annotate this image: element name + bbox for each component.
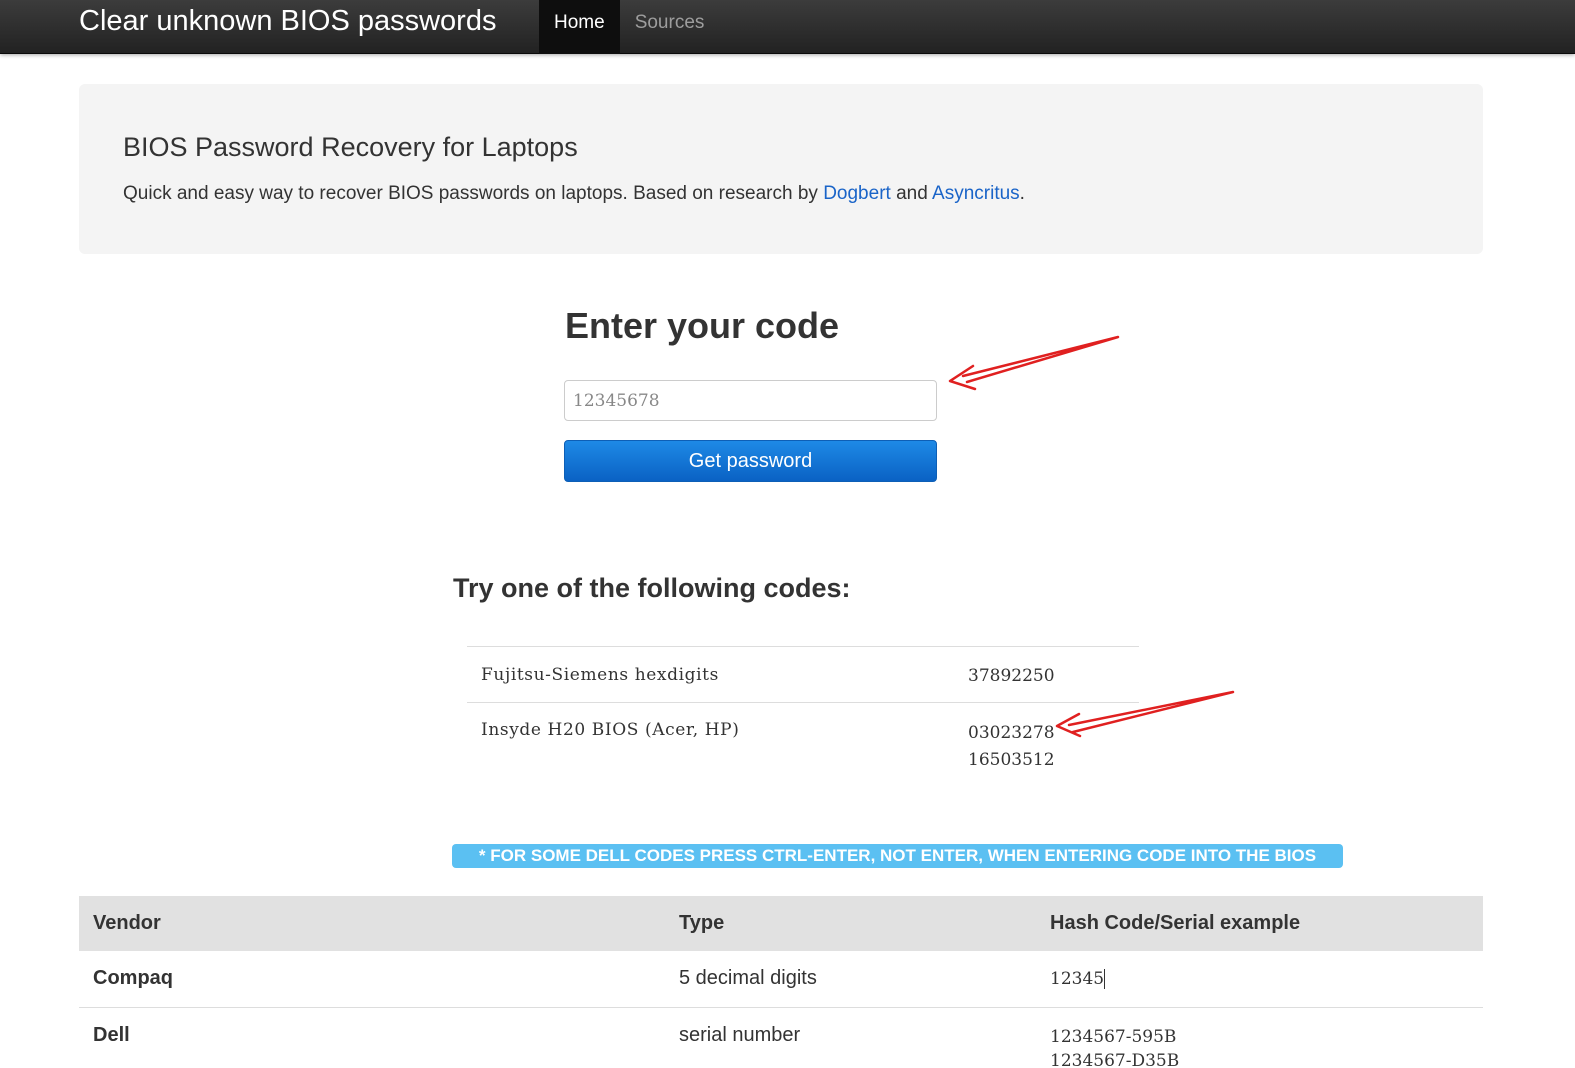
annotation-arrow-icon <box>948 335 1120 391</box>
intro-title: BIOS Password Recovery for Laptops <box>123 132 578 162</box>
code-value-text[interactable]: 16503512 <box>968 747 1139 774</box>
get-password-button[interactable]: Get password <box>564 440 937 482</box>
nav-home[interactable]: Home <box>539 0 620 54</box>
example-text[interactable]: 1234567-D35B <box>1050 1049 1483 1068</box>
vendor-type: 5 decimal digits <box>665 951 1036 1008</box>
code-value-text[interactable]: 37892250 <box>968 666 1055 686</box>
codes-table: Fujitsu-Siemens hexdigits 37892250 Insyd… <box>467 646 1139 774</box>
nav-sources[interactable]: Sources <box>620 0 720 54</box>
vendor-name: Compaq <box>79 951 665 1008</box>
vendor-type: serial number <box>665 1007 1036 1068</box>
annotation-arrow-icon <box>1055 690 1235 738</box>
code-row: Fujitsu-Siemens hexdigits 37892250 <box>467 646 1139 703</box>
vendor-example: 1234567-595B 1234567-D35B <box>1036 1007 1483 1068</box>
try-codes-title: Try one of the following codes: <box>453 573 851 603</box>
example-text[interactable]: 1234567-595B <box>1050 1025 1483 1049</box>
dell-note-badge: * FOR SOME DELL CODES PRESS CTRL-ENTER, … <box>452 844 1343 868</box>
vendor-table: Vendor Type Hash Code/Serial example Com… <box>79 896 1483 1068</box>
desc-prefix: Quick and easy way to recover BIOS passw… <box>123 183 824 204</box>
dogbert-link[interactable]: Dogbert <box>823 183 891 204</box>
example-text[interactable]: 12345 <box>1050 969 1104 989</box>
desc-suffix: . <box>1019 183 1025 204</box>
site-brand[interactable]: Clear unknown BIOS passwords <box>79 4 496 38</box>
header-vendor: Vendor <box>79 896 665 951</box>
enter-code-title: Enter your code <box>565 305 840 346</box>
header-example: Hash Code/Serial example <box>1036 896 1483 951</box>
code-input[interactable] <box>564 380 937 421</box>
table-row: Dell serial number 1234567-595B 1234567-D… <box>79 1007 1483 1068</box>
intro-jumbotron: BIOS Password Recovery for Laptops Quick… <box>79 84 1483 254</box>
intro-description: Quick and easy way to recover BIOS passw… <box>123 183 1025 205</box>
code-vendor: Insyde H20 BIOS (Acer, HP) <box>467 702 954 774</box>
text-cursor <box>1104 969 1106 989</box>
header-type: Type <box>665 896 1036 951</box>
vendor-table-header: Vendor Type Hash Code/Serial example <box>79 896 1483 951</box>
top-navbar: Clear unknown BIOS passwords Home Source… <box>0 0 1575 54</box>
vendor-example: 12345 <box>1036 951 1483 1008</box>
asyncritus-link[interactable]: Asyncritus <box>932 183 1020 204</box>
desc-mid: and <box>890 183 933 204</box>
code-vendor: Fujitsu-Siemens hexdigits <box>467 646 954 703</box>
code-row: Insyde H20 BIOS (Acer, HP) 03023278 16503… <box>467 702 1139 774</box>
vendor-name: Dell <box>79 1007 665 1068</box>
nav-menu: Home Sources <box>539 0 719 54</box>
table-row: Compaq 5 decimal digits 12345 <box>79 951 1483 1008</box>
